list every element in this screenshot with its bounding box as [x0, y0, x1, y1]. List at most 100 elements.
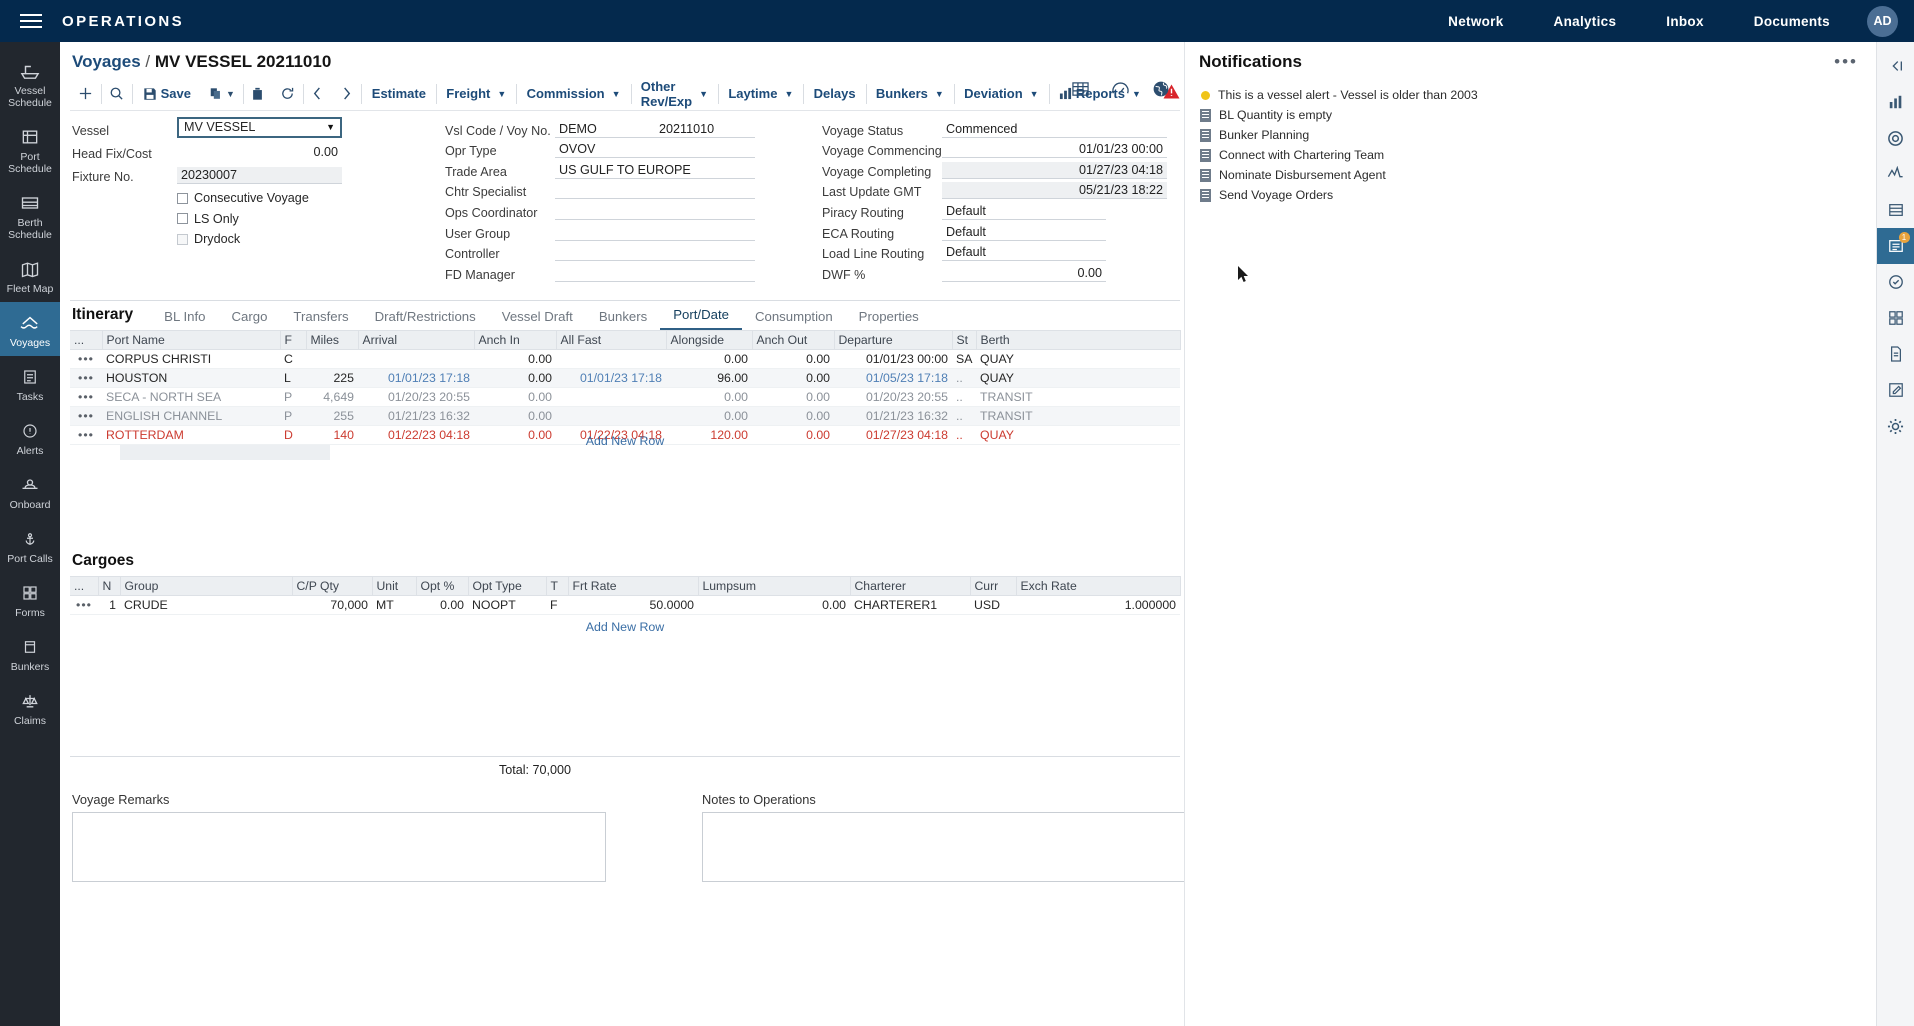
- sidebar-item-berth-schedule[interactable]: Berth Schedule: [0, 182, 60, 248]
- col-all-fast[interactable]: All Fast: [556, 330, 667, 350]
- checkbox-consecutive-voyage[interactable]: Consecutive Voyage: [177, 188, 352, 209]
- chtr-specialist-value[interactable]: [555, 182, 755, 200]
- checkbox-ls-only[interactable]: LS Only: [177, 208, 352, 229]
- sidebar-item-claims[interactable]: Claims: [0, 680, 60, 734]
- cell-departure[interactable]: 01/21/23 16:32: [834, 406, 952, 426]
- tab-transfers[interactable]: Transfers: [280, 309, 361, 330]
- sidebar-item-voyages[interactable]: Voyages: [0, 302, 60, 356]
- menu-delays[interactable]: Delays: [804, 81, 866, 107]
- tab-vessel-draft[interactable]: Vessel Draft: [489, 309, 586, 330]
- refresh-button[interactable]: [272, 86, 303, 101]
- load-line-routing-secondary[interactable]: [1024, 244, 1106, 262]
- cell-st[interactable]: ..: [952, 368, 976, 388]
- edit-note-icon[interactable]: [1877, 264, 1914, 300]
- controller-value[interactable]: [555, 244, 755, 262]
- notes-to-operations-textarea[interactable]: [702, 812, 1184, 882]
- sidebar-item-fleet-map[interactable]: Fleet Map: [0, 248, 60, 302]
- tab-consumption[interactable]: Consumption: [742, 309, 846, 330]
- row-menu-icon[interactable]: •••: [70, 368, 102, 388]
- row-menu-icon[interactable]: •••: [70, 387, 102, 407]
- nav-link-analytics[interactable]: Analytics: [1529, 14, 1642, 29]
- col-berth[interactable]: Berth: [976, 330, 1181, 350]
- col-departure[interactable]: Departure: [834, 330, 953, 350]
- notification-item[interactable]: This is a vessel alert - Vessel is older…: [1185, 85, 1876, 105]
- analytics-chart-icon[interactable]: [1877, 84, 1914, 120]
- cell-miles[interactable]: 255: [306, 406, 358, 426]
- sidebar-item-vessel-schedule[interactable]: Vessel Schedule: [0, 50, 60, 116]
- voy-no-value[interactable]: 20211010: [655, 121, 755, 138]
- cell-departure[interactable]: 01/01/23 00:00: [834, 349, 952, 369]
- cell-all-fast[interactable]: 01/01/23 17:18: [556, 368, 666, 388]
- nav-link-network[interactable]: Network: [1423, 14, 1528, 29]
- cell-opt-pct[interactable]: 0.00: [416, 595, 468, 615]
- cell-st[interactable]: ..: [952, 387, 976, 407]
- cell-anch-in[interactable]: 0.00: [474, 349, 556, 369]
- cell-port-name[interactable]: HOUSTON: [102, 368, 280, 388]
- cell-berth[interactable]: TRANSIT: [976, 387, 1180, 407]
- col-opt-pct[interactable]: Opt %: [416, 576, 469, 596]
- menu-estimate[interactable]: Estimate: [362, 81, 436, 107]
- col-n[interactable]: N: [98, 576, 121, 596]
- cell-f[interactable]: P: [280, 387, 306, 407]
- next-record-button[interactable]: [332, 86, 361, 101]
- hamburger-menu-icon[interactable]: [0, 14, 62, 28]
- more-options-icon[interactable]: •••: [1834, 52, 1858, 72]
- user-group-value[interactable]: [555, 224, 755, 241]
- cell-charterer[interactable]: CHARTERER1: [850, 595, 970, 615]
- col-opt-type[interactable]: Opt Type: [468, 576, 547, 596]
- cell-alongside[interactable]: 96.00: [666, 368, 752, 388]
- vsl-code-value[interactable]: DEMO: [555, 121, 655, 138]
- tab-properties[interactable]: Properties: [846, 309, 932, 330]
- copy-button[interactable]: ▼: [201, 87, 243, 101]
- cell-t[interactable]: F: [546, 595, 568, 615]
- lifebuoy-icon[interactable]: [1877, 120, 1914, 156]
- cell-miles[interactable]: 4,649: [306, 387, 358, 407]
- row-menu-icon[interactable]: •••: [70, 406, 102, 426]
- notifications-icon[interactable]: 1: [1876, 228, 1914, 264]
- tab-port-date[interactable]: Port/Date: [660, 307, 742, 330]
- table-row[interactable]: ••• SECA - NORTH SEA P 4,649 01/20/23 20…: [70, 387, 1180, 407]
- col-anch-out[interactable]: Anch Out: [752, 330, 835, 350]
- cell-f[interactable]: P: [280, 406, 306, 426]
- sidebar-item-onboard[interactable]: Onboard: [0, 464, 60, 518]
- col-arrival[interactable]: Arrival: [358, 330, 475, 350]
- cell-alongside[interactable]: 0.00: [666, 387, 752, 407]
- cell-anch-out[interactable]: 0.00: [752, 406, 834, 426]
- vessel-select[interactable]: MV VESSEL ▼: [177, 116, 342, 138]
- tab-draft-restrictions[interactable]: Draft/Restrictions: [362, 309, 489, 330]
- table-row[interactable]: ••• ENGLISH CHANNEL P 255 01/21/23 16:32…: [70, 406, 1180, 426]
- itinerary-add-new-row[interactable]: Add New Row: [70, 429, 1180, 452]
- cell-anch-in[interactable]: 0.00: [474, 406, 556, 426]
- cell-port-name[interactable]: ENGLISH CHANNEL: [102, 406, 280, 426]
- cell-f[interactable]: C: [280, 349, 306, 369]
- cell-n[interactable]: 1: [98, 595, 120, 615]
- cell-anch-in[interactable]: 0.00: [474, 368, 556, 388]
- cell-berth[interactable]: TRANSIT: [976, 406, 1180, 426]
- col-port-name[interactable]: Port Name: [102, 330, 281, 350]
- menu-deviation[interactable]: Deviation ▼: [954, 81, 1048, 107]
- settings-gear-icon[interactable]: [1877, 408, 1914, 444]
- tab-cargo[interactable]: Cargo: [218, 309, 280, 330]
- col-exch-rate[interactable]: Exch Rate: [1016, 576, 1181, 596]
- eca-routing-value[interactable]: Default: [942, 224, 1024, 241]
- table-row[interactable]: ••• HOUSTON L 225 01/01/23 17:18 0.00 01…: [70, 368, 1180, 388]
- voyage-status-value[interactable]: Commenced: [942, 121, 1167, 138]
- compose-icon[interactable]: [1877, 372, 1914, 408]
- save-button[interactable]: Save: [133, 81, 201, 107]
- col-unit[interactable]: Unit: [372, 576, 417, 596]
- voyage-completing-value[interactable]: 01/27/23 04:18: [942, 161, 1167, 179]
- cell-curr[interactable]: USD: [970, 595, 1016, 615]
- menu-laytime[interactable]: Laytime ▼: [718, 81, 803, 107]
- voyage-commencing-value[interactable]: 01/01/23 00:00: [942, 141, 1167, 159]
- trade-area-value[interactable]: US GULF TO EUROPE: [555, 162, 755, 179]
- dwf-pct-value[interactable]: 0.00: [942, 265, 1106, 282]
- cell-alongside[interactable]: 0.00: [666, 406, 752, 426]
- cell-anch-out[interactable]: 0.00: [752, 368, 834, 388]
- cell-st[interactable]: ..: [952, 406, 976, 426]
- fixture-no-value[interactable]: 20230007: [177, 166, 342, 184]
- sidebar-item-alerts[interactable]: Alerts: [0, 410, 60, 464]
- cell-all-fast[interactable]: [556, 349, 666, 369]
- piracy-routing-secondary[interactable]: [1024, 203, 1106, 220]
- cargoes-add-new-row[interactable]: Add New Row: [70, 615, 1180, 638]
- load-line-routing-value[interactable]: Default: [942, 244, 1024, 262]
